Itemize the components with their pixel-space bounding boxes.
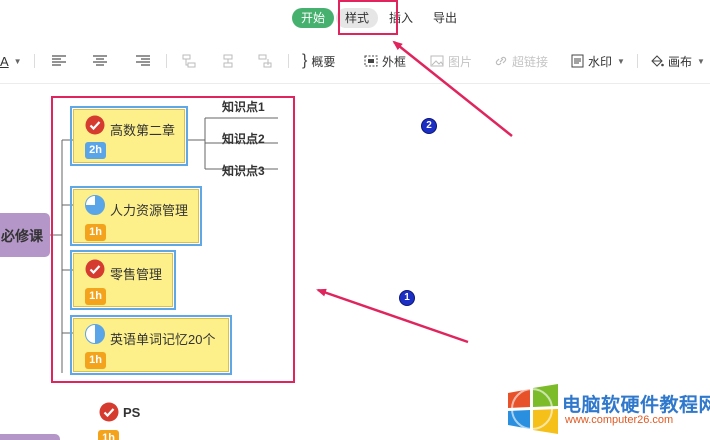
watermark-title: 电脑软硬件教程网: [562, 395, 710, 416]
arrow-to-style-tab: [392, 40, 513, 137]
watermark-url: www.computer26.com: [565, 414, 674, 426]
callout-2: 2: [421, 118, 437, 134]
callout-1: 1: [399, 290, 415, 306]
annotation-arrows: [316, 40, 513, 344]
windows-logo-icon: [508, 384, 558, 434]
arrow-to-nodes: [316, 288, 469, 344]
